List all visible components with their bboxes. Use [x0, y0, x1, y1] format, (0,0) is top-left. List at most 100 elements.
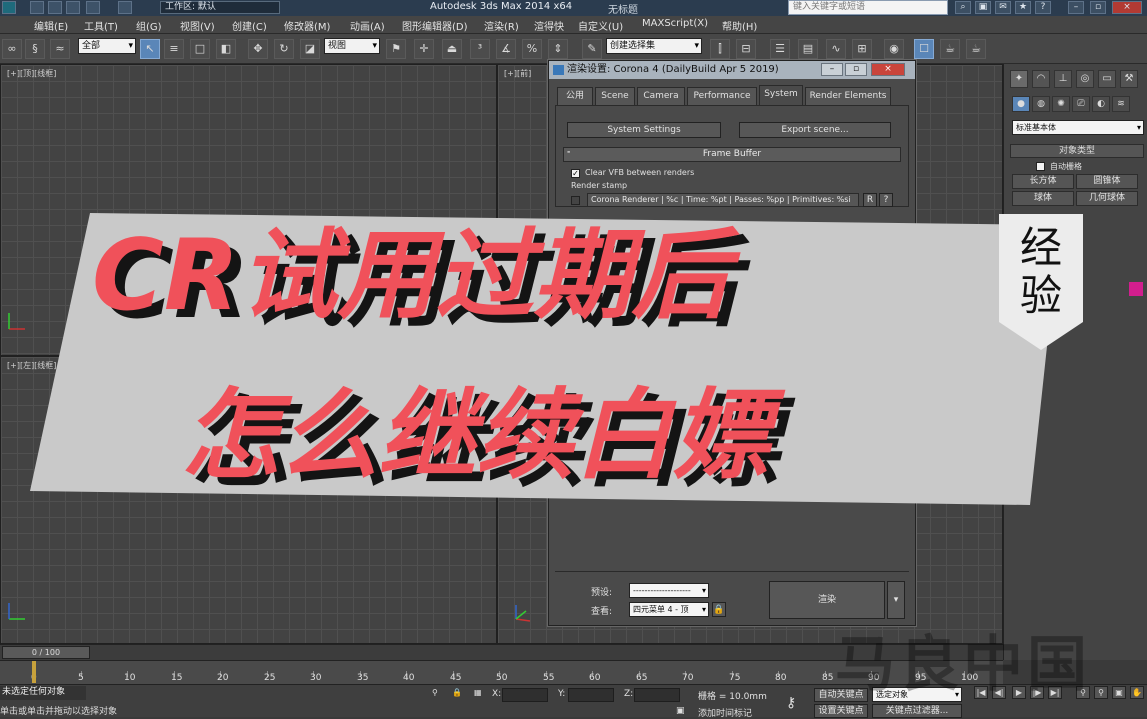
pan-icon[interactable]: ✋ — [1130, 686, 1144, 699]
maximize-viewport-icon[interactable]: ▣ — [1112, 686, 1126, 699]
menu-help[interactable]: 帮助(H) — [722, 18, 757, 33]
menu-customize[interactable]: 自定义(U) — [578, 18, 623, 33]
communication-icon[interactable]: ✉ — [995, 1, 1011, 14]
add-time-tag-icon[interactable]: ▣ — [676, 706, 685, 716]
clear-vfb-checkbox[interactable]: ✓ — [571, 169, 580, 178]
color-swatch[interactable] — [1129, 282, 1143, 296]
zoom-all-icon[interactable]: ⚲ — [1094, 686, 1108, 699]
select-by-name-icon[interactable]: ≡ — [164, 39, 184, 59]
selection-lock-icon[interactable]: 🔒 — [452, 688, 462, 697]
add-time-tag[interactable]: 添加时间标记 — [698, 706, 752, 719]
mirror-icon[interactable]: ⫿ — [710, 39, 730, 59]
angle-snap-icon[interactable]: ∡ — [496, 39, 516, 59]
render-options-dropdown[interactable]: ▾ — [887, 581, 905, 619]
layer-manager-icon[interactable]: ☰ — [770, 39, 790, 59]
isolate-icon[interactable]: ⚲ — [432, 688, 438, 697]
viewport-front-label[interactable]: [+][前] — [504, 68, 531, 79]
helpers-icon[interactable]: ◐ — [1092, 96, 1110, 112]
move-icon[interactable]: ✥ — [248, 39, 268, 59]
percent-snap-icon[interactable]: % — [522, 39, 542, 59]
export-scene-button[interactable]: Export scene... — [739, 122, 891, 138]
spacewarps-icon[interactable]: ≋ — [1112, 96, 1130, 112]
tab-render-elements[interactable]: Render Elements — [805, 87, 891, 105]
restore-icon[interactable]: ▫ — [1090, 1, 1106, 14]
new-file-icon[interactable] — [30, 1, 44, 14]
rectangle-selection-icon[interactable]: □ — [190, 39, 210, 59]
workspace-dropdown[interactable]: 工作区: 默认 — [160, 1, 280, 14]
dialog-close-icon[interactable]: × — [871, 63, 905, 76]
window-crossing-icon[interactable]: ◧ — [216, 39, 236, 59]
scale-icon[interactable]: ◪ — [300, 39, 320, 59]
lights-icon[interactable]: ✺ — [1052, 96, 1070, 112]
tab-performance[interactable]: Performance — [687, 87, 757, 105]
close-icon[interactable]: × — [1112, 1, 1142, 14]
select-object-icon[interactable]: ↖ — [140, 39, 160, 59]
named-selection-dropdown[interactable]: 创建选择集 — [606, 38, 702, 54]
motion-tab-icon[interactable]: ◎ — [1076, 70, 1094, 88]
schematic-view-icon[interactable]: ⊞ — [852, 39, 872, 59]
keyboard-shortcut-icon[interactable]: ⏏ — [442, 39, 462, 59]
dialog-maximize-icon[interactable]: ▫ — [845, 63, 867, 76]
help-icon[interactable]: ? — [1035, 1, 1051, 14]
menu-modifiers[interactable]: 修改器(M) — [284, 18, 330, 33]
shapes-icon[interactable]: ◍ — [1032, 96, 1050, 112]
align-icon[interactable]: ⊟ — [736, 39, 756, 59]
object-type-rollout[interactable]: 对象类型 — [1010, 144, 1144, 158]
rendered-frame-icon[interactable]: ☕ — [940, 39, 960, 59]
search-input[interactable]: 键入关键字或短语 — [788, 0, 948, 15]
set-key-button[interactable]: 设置关键点 — [814, 704, 868, 718]
system-settings-button[interactable]: System Settings — [567, 122, 721, 138]
key-filters-button[interactable]: 关键点过滤器... — [872, 704, 962, 718]
tab-system[interactable]: System — [759, 85, 803, 105]
geometry-icon[interactable]: ● — [1012, 96, 1030, 112]
z-coordinate-field[interactable] — [634, 688, 680, 702]
minimize-icon[interactable]: – — [1068, 1, 1084, 14]
time-slider-thumb[interactable]: 0 / 100 — [2, 646, 90, 659]
tab-scene[interactable]: Scene — [595, 87, 635, 105]
view-dropdown[interactable]: 四元菜单 4 - 顶 — [629, 602, 709, 617]
tab-camera[interactable]: Camera — [637, 87, 685, 105]
graphite-tools-icon[interactable]: ▤ — [798, 39, 818, 59]
render-setup-icon[interactable]: ☐ — [914, 39, 934, 59]
link-icon[interactable]: ∞ — [2, 39, 22, 59]
app-logo-icon[interactable] — [2, 1, 16, 14]
save-file-icon[interactable] — [66, 1, 80, 14]
menu-group[interactable]: 组(G) — [136, 18, 162, 33]
viewport-top-label[interactable]: [+][顶][线框] — [7, 68, 56, 79]
material-editor-icon[interactable]: ◉ — [884, 39, 904, 59]
x-coordinate-field[interactable] — [502, 688, 548, 702]
current-frame-marker[interactable] — [32, 661, 36, 683]
autogrid-checkbox[interactable] — [1036, 162, 1045, 171]
manipulate-icon[interactable]: ✛ — [414, 39, 434, 59]
box-button[interactable]: 长方体 — [1012, 174, 1074, 189]
menu-graph-editors[interactable]: 图形编辑器(D) — [402, 18, 468, 33]
preset-dropdown[interactable]: -------------------- — [629, 583, 709, 598]
bind-spacewarp-icon[interactable]: ≈ — [50, 39, 70, 59]
lock-view-icon[interactable]: 🔒 — [712, 602, 726, 617]
subscription-icon[interactable]: ▣ — [975, 1, 991, 14]
geosphere-button[interactable]: 几何球体 — [1076, 191, 1138, 206]
sphere-button[interactable]: 球体 — [1012, 191, 1074, 206]
render-stamp-checkbox[interactable] — [571, 196, 580, 205]
tab-common[interactable]: 公用 — [557, 87, 593, 105]
spinner-snap-icon[interactable]: ⇕ — [548, 39, 568, 59]
menu-rendering[interactable]: 渲染(R) — [484, 18, 519, 33]
menu-render-fast[interactable]: 渲得快 — [534, 18, 564, 33]
key-mode-icon[interactable]: ⚷ — [786, 695, 796, 711]
menu-create[interactable]: 创建(C) — [232, 18, 267, 33]
menu-tools[interactable]: 工具(T) — [84, 18, 118, 33]
rotate-icon[interactable]: ↻ — [274, 39, 294, 59]
hierarchy-tab-icon[interactable]: ⊥ — [1054, 70, 1072, 88]
binoculars-icon[interactable]: ⌕ — [955, 1, 971, 14]
snaps-toggle-icon[interactable]: ³ — [470, 39, 490, 59]
curve-editor-icon[interactable]: ∿ — [826, 39, 846, 59]
edit-named-selection-icon[interactable]: ✎ — [582, 39, 602, 59]
menu-maxscript[interactable]: MAXScript(X) — [642, 18, 708, 29]
undo-icon[interactable] — [86, 1, 100, 14]
y-coordinate-field[interactable] — [568, 688, 614, 702]
modify-tab-icon[interactable]: ◠ — [1032, 70, 1050, 88]
selection-filter-dropdown[interactable]: 全部 — [78, 38, 136, 54]
open-file-icon[interactable] — [48, 1, 62, 14]
pivot-center-icon[interactable]: ⚑ — [386, 39, 406, 59]
utilities-tab-icon[interactable]: ⚒ — [1120, 70, 1138, 88]
